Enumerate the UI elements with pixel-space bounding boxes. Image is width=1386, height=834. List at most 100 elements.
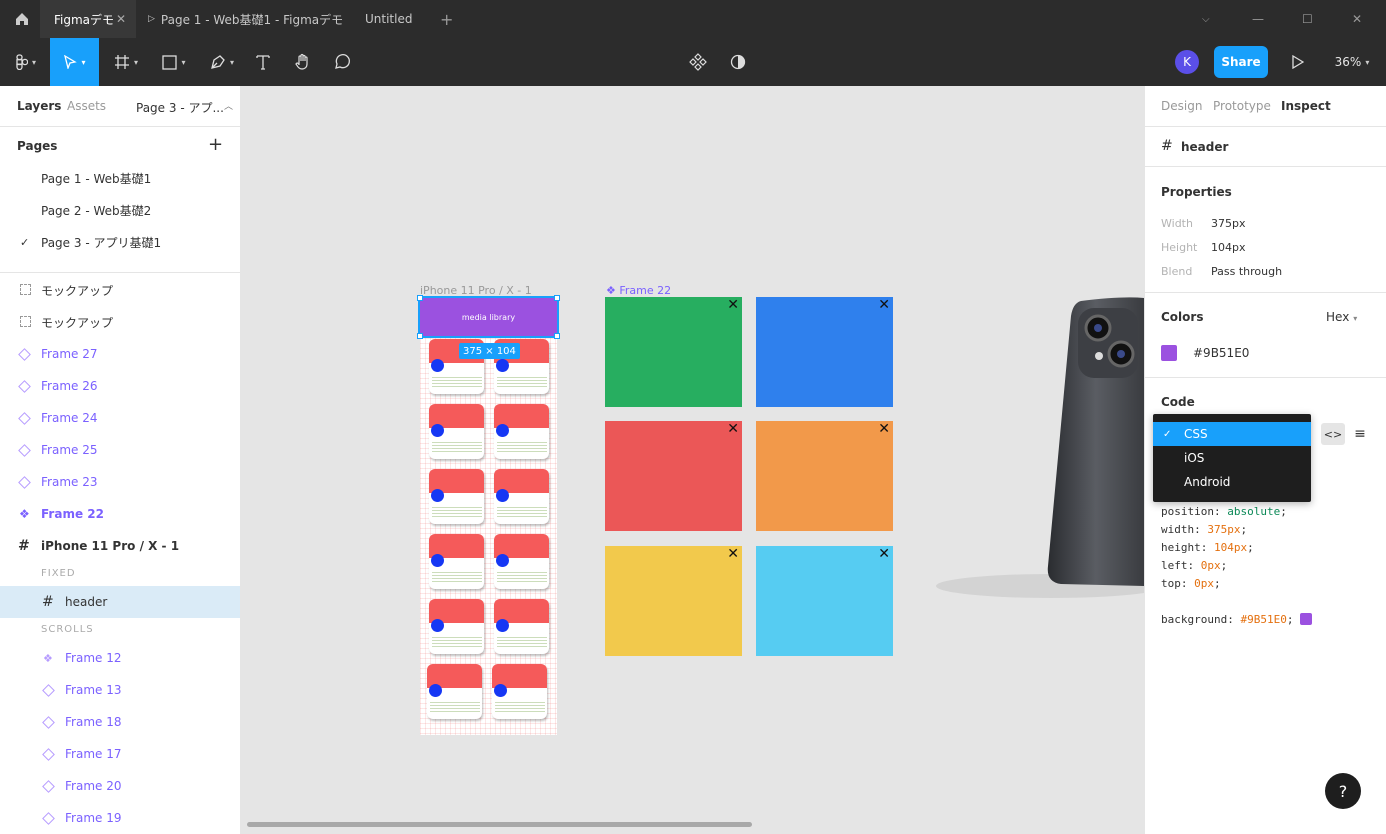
chevron-down-icon[interactable]: ⌵: [1202, 0, 1218, 38]
color-swatch[interactable]: [1161, 345, 1177, 361]
text-tool-button[interactable]: [250, 38, 276, 86]
add-page-icon[interactable]: +: [208, 134, 223, 155]
layer-item[interactable]: ❖ Frame 22: [0, 498, 240, 530]
layer-item[interactable]: Frame 23: [0, 466, 240, 498]
tab-assets[interactable]: Assets: [67, 99, 106, 113]
phone-frame-title[interactable]: iPhone 11 Pro / X - 1: [420, 284, 532, 297]
card[interactable]: [494, 469, 549, 524]
components-icon[interactable]: [686, 38, 710, 86]
card[interactable]: [492, 664, 547, 719]
card[interactable]: [494, 534, 549, 589]
card[interactable]: [429, 404, 484, 459]
properties-title: Properties: [1161, 185, 1232, 199]
dropdown-option-ios[interactable]: iOS: [1153, 446, 1311, 470]
code-view-icon[interactable]: <>: [1321, 423, 1345, 445]
tab-figma-demo[interactable]: Figmaデモ ✕: [40, 0, 136, 38]
frame22-title[interactable]: ❖ Frame 22: [606, 284, 671, 297]
layer-item[interactable]: Frame 26: [0, 370, 240, 402]
avatar[interactable]: K: [1174, 38, 1200, 86]
layer-item[interactable]: モックアップ: [0, 274, 240, 306]
layer-item[interactable]: モックアップ: [0, 306, 240, 338]
zoom-menu-button[interactable]: 36% ▾: [1330, 38, 1374, 86]
close-icon[interactable]: ✕: [116, 12, 126, 26]
dropdown-option-android[interactable]: Android: [1153, 470, 1311, 494]
close-icon[interactable]: ✕: [878, 421, 890, 437]
frame-icon: #: [42, 594, 54, 610]
play-icon: ▷: [148, 14, 155, 24]
resize-handle[interactable]: [417, 333, 423, 339]
color-square[interactable]: ✕: [605, 546, 742, 656]
tab-page1[interactable]: ▷ Page 1 - Web基礎1 - Figmaデモ: [148, 0, 348, 38]
layer-item[interactable]: # iPhone 11 Pro / X - 1: [0, 530, 240, 562]
card[interactable]: [494, 404, 549, 459]
card[interactable]: [427, 664, 482, 719]
phone-frame[interactable]: media library: [417, 295, 560, 735]
share-button[interactable]: Share: [1214, 46, 1268, 78]
prop-value[interactable]: 104px: [1211, 241, 1246, 254]
layer-item[interactable]: Frame 17: [0, 738, 240, 770]
page-select[interactable]: Page 3 - アプ... ︿: [136, 99, 233, 116]
tab-untitled[interactable]: Untitled: [365, 0, 435, 38]
card[interactable]: [429, 469, 484, 524]
card[interactable]: [429, 534, 484, 589]
page-item[interactable]: Page 2 - Web基礎2: [0, 194, 240, 226]
color-square[interactable]: ✕: [756, 421, 893, 531]
comment-tool-button[interactable]: [329, 38, 355, 86]
layer-item[interactable]: Frame 20: [0, 770, 240, 802]
tab-prototype[interactable]: Prototype: [1213, 99, 1271, 113]
move-tool-button[interactable]: ▾: [50, 38, 99, 86]
color-format-select[interactable]: Hex ▾: [1326, 310, 1357, 324]
main-menu-button[interactable]: ▾: [8, 38, 44, 86]
minimize-icon[interactable]: —: [1252, 0, 1268, 38]
theme-contrast-icon[interactable]: [726, 38, 750, 86]
layer-item[interactable]: Frame 27: [0, 338, 240, 370]
color-square[interactable]: ✕: [756, 546, 893, 656]
layer-item[interactable]: Frame 25: [0, 434, 240, 466]
canvas[interactable]: iPhone 11 Pro / X - 1 media library 375 …: [241, 86, 1144, 834]
present-play-icon[interactable]: [1286, 38, 1310, 86]
close-icon[interactable]: ✕: [727, 297, 739, 313]
css-code-block[interactable]: position: absolute; width: 375px; height…: [1161, 503, 1313, 629]
color-square[interactable]: ✕: [756, 297, 893, 407]
prop-value[interactable]: Pass through: [1211, 265, 1282, 278]
card[interactable]: [429, 599, 484, 654]
resize-handle[interactable]: [554, 295, 560, 301]
tab-inspect[interactable]: Inspect: [1281, 99, 1331, 113]
color-square[interactable]: ✕: [605, 421, 742, 531]
layer-item-selected[interactable]: # header: [0, 586, 240, 618]
close-icon[interactable]: ✕: [727, 421, 739, 437]
maximize-icon[interactable]: ☐: [1302, 0, 1318, 38]
page-item-active[interactable]: ✓ Page 3 - アプリ基礎1: [0, 226, 240, 258]
shape-tool-button[interactable]: ▾: [156, 38, 192, 86]
list-view-icon[interactable]: ≡: [1349, 423, 1371, 445]
layer-item[interactable]: Frame 18: [0, 706, 240, 738]
home-icon[interactable]: [8, 0, 36, 38]
layer-item[interactable]: ❖ Frame 12: [0, 642, 240, 674]
tab-layers[interactable]: Layers: [17, 99, 61, 113]
help-button[interactable]: ?: [1325, 773, 1361, 809]
color-square[interactable]: ✕: [605, 297, 742, 407]
card[interactable]: [494, 599, 549, 654]
iphone-mockup-image[interactable]: [931, 286, 1144, 606]
dropdown-option-css[interactable]: ✓ CSS: [1153, 422, 1311, 446]
resize-handle[interactable]: [417, 295, 423, 301]
layer-item[interactable]: Frame 19: [0, 802, 240, 834]
prop-value[interactable]: 375px: [1211, 217, 1246, 230]
close-icon[interactable]: ✕: [878, 546, 890, 562]
code-language-dropdown[interactable]: ✓ CSS iOS Android: [1153, 414, 1311, 502]
pen-tool-button[interactable]: ▾: [202, 38, 242, 86]
horizontal-scrollbar[interactable]: [247, 822, 752, 827]
header-frame[interactable]: media library: [418, 296, 559, 338]
close-icon[interactable]: ✕: [878, 297, 890, 313]
tab-design[interactable]: Design: [1161, 99, 1202, 113]
hand-tool-button[interactable]: [290, 38, 316, 86]
frame-tool-button[interactable]: ▾: [108, 38, 144, 86]
close-window-icon[interactable]: ✕: [1352, 0, 1368, 38]
page-item[interactable]: Page 1 - Web基礎1: [0, 162, 240, 194]
resize-handle[interactable]: [554, 333, 560, 339]
close-icon[interactable]: ✕: [727, 546, 739, 562]
layer-item[interactable]: Frame 24: [0, 402, 240, 434]
layer-item[interactable]: Frame 13: [0, 674, 240, 706]
new-tab-icon[interactable]: +: [440, 0, 456, 38]
color-hex-value[interactable]: #9B51E0: [1193, 346, 1249, 360]
